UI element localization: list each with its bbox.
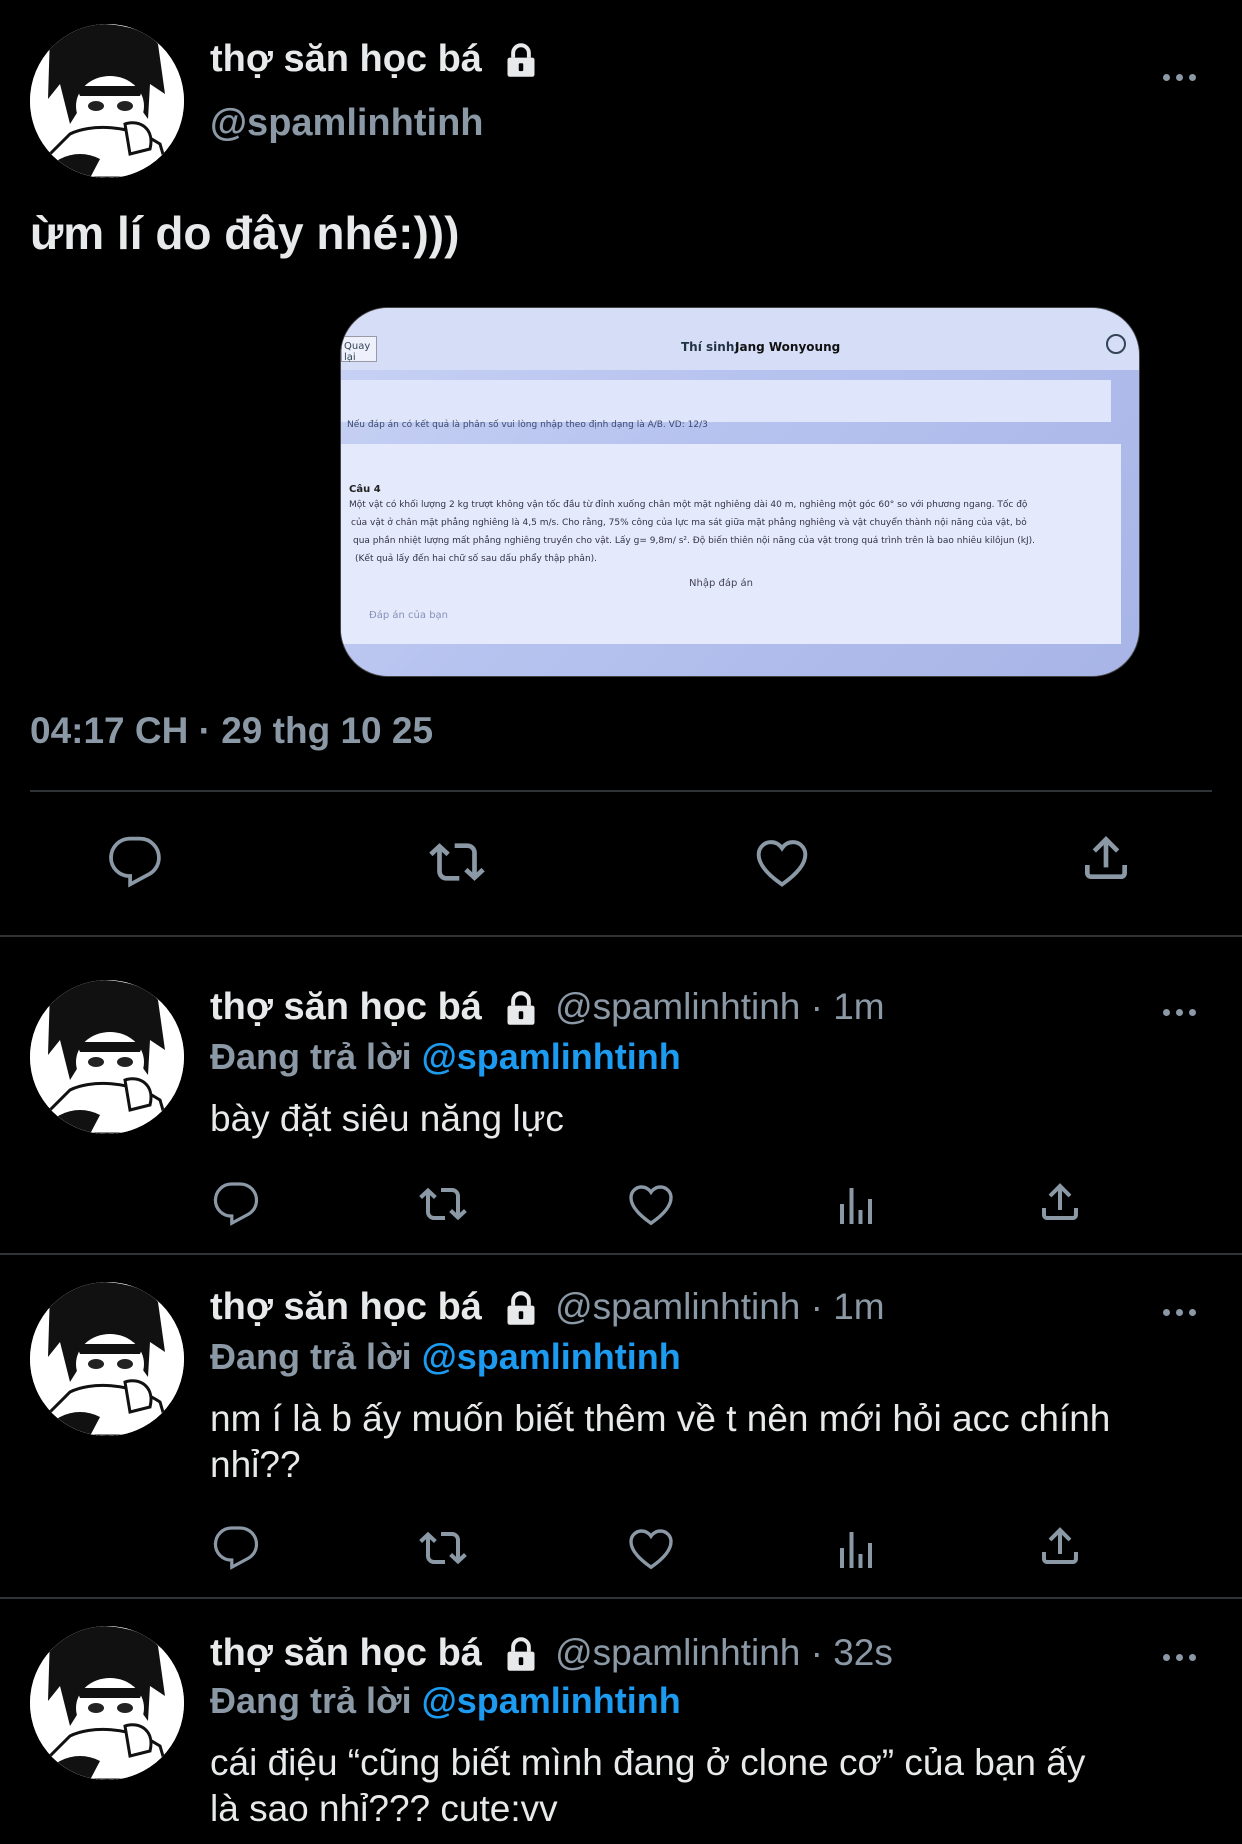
back-button: Quay lại xyxy=(341,336,377,363)
author-handle-time[interactable]: @spamlinhtinh · 1m xyxy=(555,1286,885,1327)
like-icon[interactable] xyxy=(626,1524,676,1572)
views-icon[interactable] xyxy=(832,1526,880,1574)
answer-input-label: Nhập đáp án xyxy=(689,578,753,589)
like-icon[interactable] xyxy=(626,1180,676,1228)
divider xyxy=(0,1253,1242,1255)
author-handle[interactable]: @spamlinhtinh xyxy=(210,102,484,145)
more-icon[interactable] xyxy=(1160,1303,1199,1321)
reply-text: nhỉ?? xyxy=(210,1444,301,1485)
avatar[interactable] xyxy=(30,1282,184,1436)
author-name[interactable]: thợ săn học bá xyxy=(210,38,539,81)
reply-header: thợ săn học bá @spamlinhtinh · 1m xyxy=(210,986,885,1029)
replying-to-label: Đang trả lời xyxy=(210,1336,412,1377)
more-icon[interactable] xyxy=(1160,68,1199,86)
avatar[interactable] xyxy=(30,1626,184,1780)
replying-to-label: Đang trả lời xyxy=(210,1036,412,1077)
avatar-image xyxy=(30,1626,184,1780)
author-handle-time[interactable]: @spamlinhtinh · 1m xyxy=(555,986,885,1027)
replying-to-handle[interactable]: @spamlinhtinh xyxy=(422,1336,681,1377)
reply-text: cái điệu “cũng biết mình đang ở clone cơ… xyxy=(210,1742,1086,1783)
avatar-image xyxy=(30,980,184,1134)
reply-icon[interactable] xyxy=(107,834,163,890)
avatar[interactable] xyxy=(30,980,184,1134)
reply-header: thợ săn học bá @spamlinhtinh · 32s xyxy=(210,1632,893,1675)
question-line: (Kết quả lấy đến hai chữ số sau dấu phẩy… xyxy=(355,554,598,564)
retweet-icon[interactable] xyxy=(416,1180,470,1228)
replying-to-label: Đang trả lời xyxy=(210,1680,412,1721)
retweet-icon[interactable] xyxy=(416,1524,470,1572)
lock-icon xyxy=(503,43,539,79)
reply-text: bày đặt siêu năng lực xyxy=(210,1098,564,1139)
replying-to-handle[interactable]: @spamlinhtinh xyxy=(422,1680,681,1721)
lock-icon xyxy=(503,1291,539,1327)
like-icon[interactable] xyxy=(752,834,812,890)
answer-placeholder: Đáp án của bạn xyxy=(369,610,449,621)
divider xyxy=(0,935,1242,937)
share-icon[interactable] xyxy=(1036,1522,1084,1570)
author-name-text: thợ săn học bá xyxy=(210,38,482,80)
views-icon[interactable] xyxy=(832,1182,880,1230)
replying-to-handle[interactable]: @spamlinhtinh xyxy=(422,1036,681,1077)
tweet-text: ừm lí do đây nhé:))) xyxy=(30,207,460,259)
reply-icon[interactable] xyxy=(212,1524,260,1572)
tweet-photo[interactable]: Quay lại Thí sinh: Jang Wonyoung Nếu đáp… xyxy=(340,307,1140,677)
author-handle-time[interactable]: @spamlinhtinh · 32s xyxy=(555,1632,893,1673)
avatar-image xyxy=(30,1282,184,1436)
lock-icon xyxy=(503,1637,539,1673)
divider xyxy=(0,1597,1242,1599)
candidate-name: Jang Wonyoung xyxy=(735,340,841,354)
photo-input-row xyxy=(341,380,1111,422)
divider xyxy=(30,790,1212,792)
author-name[interactable]: thợ săn học bá xyxy=(210,986,482,1028)
reply-text: nm í là b ấy muốn biết thêm về t nên mới… xyxy=(210,1398,1111,1439)
tweet-timestamp[interactable]: 04:17 CH · 29 thg 10 25 xyxy=(30,710,433,752)
photo-header xyxy=(341,308,1139,370)
author-name[interactable]: thợ săn học bá xyxy=(210,1286,482,1328)
reply-text: là sao nhỉ??? cute:vv xyxy=(210,1788,558,1829)
lock-icon xyxy=(503,991,539,1027)
candidate-label: Thí sinh: xyxy=(681,340,740,354)
question-title: Câu 4 xyxy=(349,484,381,495)
reply-icon[interactable] xyxy=(212,1180,260,1228)
replying-to: Đang trả lời @spamlinhtinh xyxy=(210,1680,681,1722)
more-icon[interactable] xyxy=(1160,1648,1199,1666)
share-icon[interactable] xyxy=(1078,830,1134,886)
retweet-icon[interactable] xyxy=(425,834,489,890)
share-icon[interactable] xyxy=(1036,1178,1084,1226)
timer-icon xyxy=(1106,334,1126,354)
reply-header: thợ săn học bá @spamlinhtinh · 1m xyxy=(210,1286,885,1329)
replying-to: Đang trả lời @spamlinhtinh xyxy=(210,1036,681,1078)
avatar-image xyxy=(30,24,184,178)
author-name[interactable]: thợ săn học bá xyxy=(210,1632,482,1674)
question-line: Một vật có khối lượng 2 kg trượt không v… xyxy=(349,500,1028,510)
question-line: của vật ở chân mặt phẳng nghiêng là 4,5 … xyxy=(351,518,1027,528)
replying-to: Đang trả lời @spamlinhtinh xyxy=(210,1336,681,1378)
avatar[interactable] xyxy=(30,24,184,178)
photo-note: Nếu đáp án có kết quả là phân số vui lòn… xyxy=(347,420,708,430)
more-icon[interactable] xyxy=(1160,1003,1199,1021)
question-line: qua phần nhiệt lượng mất phẳng nghiêng t… xyxy=(353,536,1036,546)
